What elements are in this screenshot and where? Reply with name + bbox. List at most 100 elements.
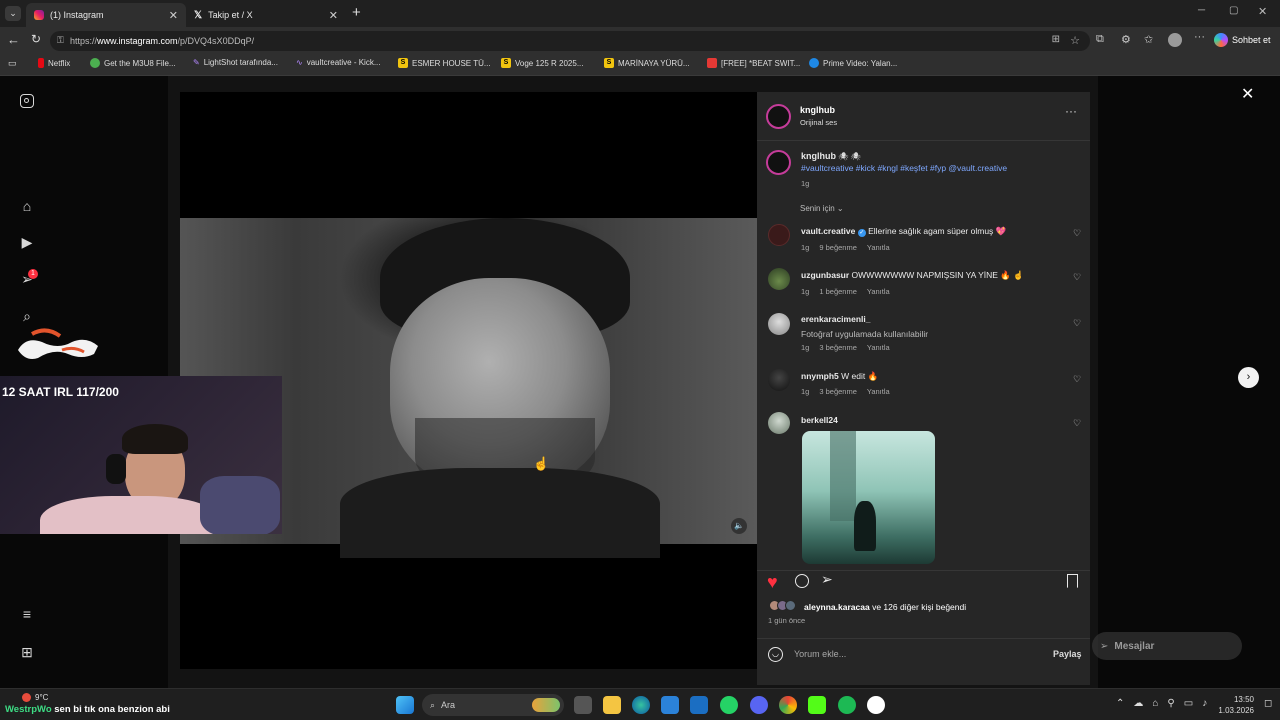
- task-view-icon[interactable]: [574, 696, 592, 714]
- home-icon[interactable]: ⌂: [18, 198, 36, 216]
- comment-likes[interactable]: 1 beğenme: [819, 287, 857, 296]
- caption-tags[interactable]: #vaultcreative #kick #kngl #keşfet #fyp …: [801, 163, 1007, 173]
- close-window-icon[interactable]: ✕: [1258, 5, 1267, 18]
- windows-start-icon[interactable]: [396, 696, 414, 714]
- app-grid-icon[interactable]: ⊞: [1052, 34, 1060, 45]
- reading-list-icon[interactable]: ▭: [8, 58, 17, 69]
- comment-avatar[interactable]: [768, 313, 790, 335]
- comment-likes[interactable]: 9 beğenme: [819, 243, 857, 252]
- spotify-icon[interactable]: [838, 696, 856, 714]
- reels-icon[interactable]: ▶: [18, 234, 36, 252]
- discord-icon[interactable]: [750, 696, 768, 714]
- bookmark-m3u8[interactable]: Get the M3U8 File...: [90, 58, 176, 68]
- copilot-button[interactable]: Sohbet et: [1214, 31, 1271, 49]
- new-tab-icon[interactable]: +: [352, 4, 361, 21]
- more-apps-icon[interactable]: ⊞: [18, 644, 36, 662]
- audio-label[interactable]: Orijinal ses: [800, 118, 837, 127]
- comment-avatar[interactable]: [768, 412, 790, 434]
- reload-icon[interactable]: ↻: [31, 32, 41, 46]
- close-modal-icon[interactable]: ✕: [1241, 84, 1254, 104]
- favorite-star-icon[interactable]: ☆: [1070, 34, 1080, 47]
- tab-actions-icon[interactable]: ⌄: [5, 6, 21, 21]
- comment-username[interactable]: erenkaracimenli_: [801, 314, 870, 324]
- comment-like-heart-icon[interactable]: ♡: [1073, 418, 1081, 429]
- browser-essentials-icon[interactable]: ⚙: [1121, 33, 1131, 46]
- likes-summary[interactable]: aleynna.karacaa ve 126 diğer kişi beğend…: [804, 602, 966, 612]
- messages-bar[interactable]: ➢ Mesajlar: [1092, 632, 1242, 660]
- more-options-icon[interactable]: ···: [1194, 31, 1205, 43]
- profile-avatar[interactable]: [1168, 33, 1182, 47]
- maximize-icon[interactable]: ▢: [1229, 5, 1238, 16]
- bookmark-esmer-house[interactable]: S ESMER HOUSE TÜ...: [398, 58, 491, 68]
- next-post-button[interactable]: ›: [1238, 367, 1259, 388]
- comment-like-heart-icon[interactable]: ♡: [1073, 272, 1081, 283]
- weather-widget[interactable]: 9°C: [22, 693, 48, 702]
- comment-like-heart-icon[interactable]: ♡: [1073, 318, 1081, 329]
- minimize-icon[interactable]: ─: [1198, 5, 1205, 16]
- tab-x[interactable]: 𝕏 Takip et / X ✕: [186, 3, 346, 27]
- kick-icon[interactable]: [808, 696, 826, 714]
- bookmark-voge[interactable]: S Voge 125 R 2025...: [501, 58, 584, 68]
- mute-button[interactable]: 🔈: [731, 518, 747, 534]
- bookmark-prime-video[interactable]: Prime Video: Yalan...: [809, 58, 897, 68]
- extensions-icon[interactable]: ⧉: [1096, 33, 1104, 46]
- comment-username[interactable]: uzgunbasur: [801, 270, 849, 280]
- reply-button[interactable]: Yanıtla: [867, 243, 890, 252]
- bookmark-vaultcreative[interactable]: ∿ vaultcreative - Kick...: [296, 58, 381, 67]
- chrome-icon[interactable]: [779, 696, 797, 714]
- whatsapp-icon[interactable]: [720, 696, 738, 714]
- outlook-icon[interactable]: [690, 696, 708, 714]
- search-icon[interactable]: ⌕: [18, 308, 36, 326]
- comment-username[interactable]: vault.creative: [801, 226, 855, 236]
- clock[interactable]: 13:50 1.03.2026: [1214, 694, 1254, 716]
- system-tray[interactable]: ⌃☁⌂⚲▭♪: [1116, 698, 1216, 709]
- comment-meta: 1g 3 beğenme Yanıtla: [801, 343, 890, 352]
- instagram-logo-icon[interactable]: [18, 92, 36, 110]
- close-tab-icon[interactable]: ✕: [169, 9, 178, 22]
- comment-like-heart-icon[interactable]: ♡: [1073, 374, 1081, 385]
- reply-button[interactable]: Yanıtla: [867, 387, 890, 396]
- share-button[interactable]: Paylaş: [1053, 649, 1082, 659]
- comment-likes[interactable]: 3 beğenme: [819, 387, 857, 396]
- bookmark-marinaya[interactable]: S MARİNAYA YÜRÜ...: [604, 58, 690, 68]
- post-options-icon[interactable]: ···: [1065, 104, 1077, 118]
- close-tab-icon[interactable]: ✕: [329, 9, 338, 22]
- address-bar[interactable]: ⚿ https://www.instagram.com/p/DVQ4sX0DDq…: [50, 31, 1090, 51]
- favorites-icon[interactable]: ✩: [1144, 33, 1153, 46]
- comment-input[interactable]: Yorum ekle...: [794, 649, 1044, 659]
- comment-icon[interactable]: [795, 574, 809, 588]
- reply-button[interactable]: Yanıtla: [867, 343, 890, 352]
- save-bookmark-icon[interactable]: [1067, 574, 1078, 588]
- comment-likes[interactable]: 3 beğenme: [819, 343, 857, 352]
- author-username[interactable]: knglhub: [800, 105, 835, 115]
- caption-avatar[interactable]: [766, 150, 791, 175]
- file-explorer-icon[interactable]: [603, 696, 621, 714]
- reply-button[interactable]: Yanıtla: [867, 287, 890, 296]
- share-icon[interactable]: ➢: [821, 571, 833, 588]
- notifications-icon[interactable]: ◻: [1264, 698, 1272, 709]
- bookmark-lightshot[interactable]: ✎ LightShot tarafında...: [193, 58, 278, 67]
- like-heart-icon[interactable]: ♥: [767, 572, 778, 593]
- sort-dropdown[interactable]: Senin için ⌄: [800, 204, 844, 213]
- edge-icon[interactable]: [632, 696, 650, 714]
- liker-avatars[interactable]: [769, 600, 801, 612]
- emoji-icon[interactable]: ◡: [768, 647, 783, 662]
- bookmark-netflix[interactable]: Netflix: [38, 58, 70, 68]
- comment-like-heart-icon[interactable]: ♡: [1073, 228, 1081, 239]
- tab-instagram[interactable]: (1) Instagram ✕: [26, 3, 186, 27]
- author-avatar[interactable]: [766, 104, 791, 129]
- comment-avatar[interactable]: [768, 268, 790, 290]
- comment-avatar[interactable]: [768, 369, 790, 391]
- comment-username[interactable]: berkell24: [801, 415, 838, 425]
- store-icon[interactable]: [661, 696, 679, 714]
- comment-image[interactable]: [802, 431, 935, 564]
- media-player-icon[interactable]: [867, 696, 885, 714]
- comment-avatar[interactable]: [768, 224, 790, 246]
- site-info-icon[interactable]: ⚿: [57, 35, 64, 46]
- back-icon[interactable]: ←: [7, 32, 20, 47]
- caption-username[interactable]: knglhub: [801, 151, 836, 161]
- menu-icon[interactable]: ≡: [18, 606, 36, 624]
- comment-username[interactable]: nnymph5: [801, 371, 839, 381]
- bookmark-beat-switch[interactable]: [FREE] *BEAT SWIT...: [707, 58, 800, 68]
- taskbar-search[interactable]: ⌕ Ara: [422, 694, 564, 716]
